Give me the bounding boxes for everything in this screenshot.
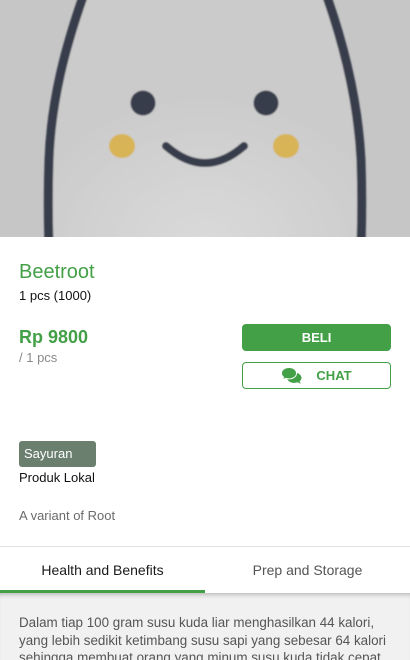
product-origin: Produk Lokal [19, 470, 95, 485]
chat-button[interactable]: CHAT [242, 362, 391, 389]
tab-label: Prep and Storage [252, 562, 363, 578]
smiling-egg-placeholder-icon [43, 0, 367, 237]
egg-body [48, 0, 362, 237]
product-quantity: 1 pcs (1000) [19, 288, 92, 303]
tab-label: Health and Benefits [41, 562, 164, 578]
buy-button-label: BELI [301, 330, 332, 345]
tab-content-panel: Dalam tiap 100 gram susu kuda liar mengh… [0, 593, 410, 660]
product-price: Rp 9800 [19, 327, 89, 347]
tab-content-text: Dalam tiap 100 gram susu kuda liar mengh… [19, 615, 386, 660]
price-unit: / 1 pcs [19, 350, 58, 365]
tab-health-and-benefits[interactable]: Health and Benefits [0, 547, 205, 593]
chat-button-label: CHAT [316, 368, 352, 383]
category-badge: Sayuran [19, 441, 96, 467]
left-eye [130, 90, 156, 116]
product-image [0, 0, 410, 237]
buy-button[interactable]: BELI [242, 324, 391, 351]
right-eye [253, 90, 279, 116]
left-cheek [109, 134, 135, 158]
tab-prep-and-storage[interactable]: Prep and Storage [205, 547, 410, 593]
product-description: A variant of Root [19, 508, 116, 523]
right-cheek [273, 134, 299, 158]
comments-icon [281, 367, 302, 384]
product-name: Beetroot [19, 261, 95, 283]
info-tabs: Health and Benefits Prep and Storage [0, 546, 410, 593]
